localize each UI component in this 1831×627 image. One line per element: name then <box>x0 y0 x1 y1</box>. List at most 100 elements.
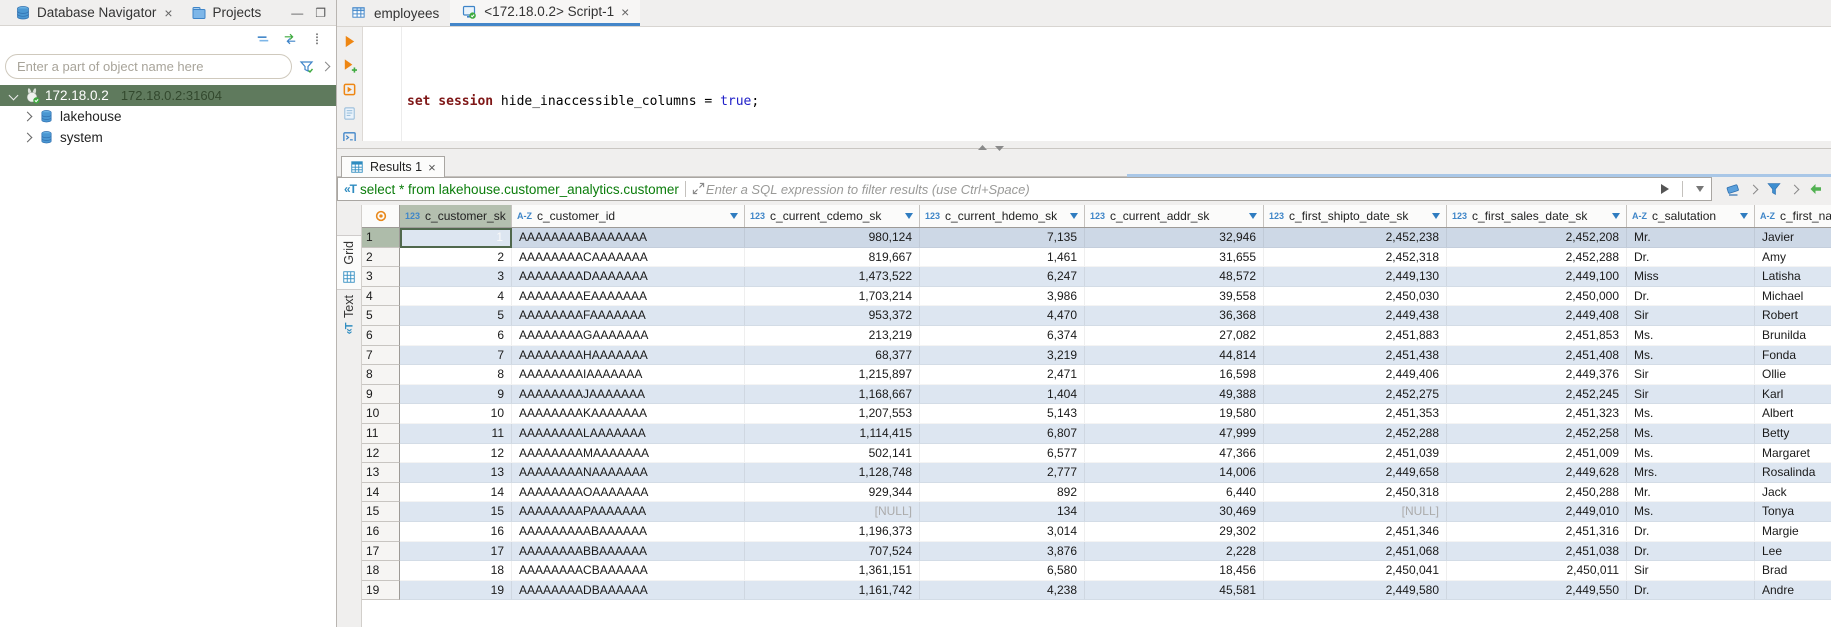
cell-c_current_hdemo_sk[interactable]: 6,807 <box>920 424 1085 444</box>
cell-c_current_addr_sk[interactable]: 14,006 <box>1085 463 1264 483</box>
cell-c_current_addr_sk[interactable]: 6,440 <box>1085 483 1264 503</box>
cell-c_customer_id[interactable]: AAAAAAAAABAAAAAA <box>512 522 745 542</box>
cell-c_salutation[interactable]: Dr. <box>1627 581 1755 601</box>
cell-c_customer_sk[interactable]: 16 <box>400 522 512 542</box>
cell-c_first_na[interactable]: Margie <box>1755 522 1831 542</box>
collapse-all-icon[interactable] <box>256 32 270 46</box>
cell-c_customer_sk[interactable]: 9 <box>400 385 512 405</box>
filter-history-dropdown-icon[interactable] <box>1695 185 1705 193</box>
cell-c_salutation[interactable]: Dr. <box>1627 522 1755 542</box>
cell-c_first_na[interactable]: Rosalinda <box>1755 463 1831 483</box>
grid-corner-record-icon[interactable] <box>362 205 400 227</box>
cell-c_current_hdemo_sk[interactable]: 892 <box>920 483 1085 503</box>
cell-c_current_cdemo_sk[interactable]: 1,161,742 <box>745 581 920 601</box>
cell-c_current_hdemo_sk[interactable]: 6,374 <box>920 326 1085 346</box>
cell-c_first_sales_date_sk[interactable]: 2,450,288 <box>1447 483 1627 503</box>
cell-c_current_hdemo_sk[interactable]: 4,470 <box>920 306 1085 326</box>
row-number[interactable]: 1 <box>362 228 400 248</box>
tab-text-view[interactable]: Text «T <box>337 290 361 340</box>
cell-c_current_addr_sk[interactable]: 47,999 <box>1085 424 1264 444</box>
cell-c_first_shipto_date_sk[interactable]: 2,449,406 <box>1264 365 1447 385</box>
row-number[interactable]: 14 <box>362 483 400 503</box>
close-icon[interactable]: × <box>164 5 172 21</box>
cell-c_first_sales_date_sk[interactable]: 2,452,245 <box>1447 385 1627 405</box>
cell-c_first_shipto_date_sk[interactable]: 2,449,580 <box>1264 581 1447 601</box>
cell-c_salutation[interactable]: Mrs. <box>1627 463 1755 483</box>
close-icon[interactable]: × <box>428 160 436 175</box>
cell-c_current_cdemo_sk[interactable]: 819,667 <box>745 248 920 268</box>
cell-c_current_addr_sk[interactable]: 49,388 <box>1085 385 1264 405</box>
filter-settings-icon[interactable] <box>299 59 315 75</box>
table-row[interactable]: 1414AAAAAAAAOAAAAAAA929,3448926,4402,450… <box>362 483 1831 503</box>
column-filter-dropdown-icon[interactable] <box>1069 212 1079 220</box>
cell-c_first_sales_date_sk[interactable]: 2,451,323 <box>1447 404 1627 424</box>
cell-c_current_addr_sk[interactable]: 30,469 <box>1085 502 1264 522</box>
cell-c_current_hdemo_sk[interactable]: 1,404 <box>920 385 1085 405</box>
cell-c_current_cdemo_sk[interactable]: [NULL] <box>745 502 920 522</box>
cell-c_salutation[interactable]: Ms. <box>1627 424 1755 444</box>
cell-c_first_na[interactable]: Amy <box>1755 248 1831 268</box>
cell-c_current_hdemo_sk[interactable]: 6,247 <box>920 267 1085 287</box>
apply-filter-icon[interactable] <box>1659 183 1670 195</box>
cell-c_first_na[interactable]: Fonda <box>1755 346 1831 366</box>
cell-c_customer_sk[interactable]: 4 <box>400 287 512 307</box>
cell-c_current_addr_sk[interactable]: 18,456 <box>1085 561 1264 581</box>
tab-database-navigator[interactable]: Database Navigator × <box>6 0 182 25</box>
execute-script-icon[interactable] <box>342 82 358 98</box>
results-filter-input[interactable]: «T select * from lakehouse.customer_anal… <box>337 177 1712 201</box>
chevron-down-icon[interactable] <box>9 91 19 101</box>
cell-c_customer_id[interactable]: AAAAAAAADBAAAAAA <box>512 581 745 601</box>
chevron-down-icon[interactable] <box>1749 184 1759 194</box>
cell-c_first_shipto_date_sk[interactable]: 2,450,318 <box>1264 483 1447 503</box>
cell-c_current_addr_sk[interactable]: 19,580 <box>1085 404 1264 424</box>
cell-c_current_cdemo_sk[interactable]: 953,372 <box>745 306 920 326</box>
row-number[interactable]: 5 <box>362 306 400 326</box>
cell-c_customer_id[interactable]: AAAAAAAAOAAAAAAA <box>512 483 745 503</box>
cell-c_current_addr_sk[interactable]: 31,655 <box>1085 248 1264 268</box>
link-with-editor-icon[interactable] <box>283 32 297 46</box>
table-row[interactable]: 11AAAAAAAABAAAAAAA980,1247,13532,9462,45… <box>362 228 1831 248</box>
execute-new-tab-icon[interactable] <box>342 58 358 74</box>
cell-c_current_addr_sk[interactable]: 39,558 <box>1085 287 1264 307</box>
cell-c_customer_id[interactable]: AAAAAAAAMAAAAAAA <box>512 444 745 464</box>
cell-c_first_na[interactable]: Karl <box>1755 385 1831 405</box>
cell-c_salutation[interactable]: Dr. <box>1627 287 1755 307</box>
explain-plan-icon[interactable] <box>342 106 358 122</box>
column-header-c_first_na[interactable]: A-Zc_first_na <box>1755 205 1831 227</box>
cell-c_customer_sk[interactable]: 17 <box>400 542 512 562</box>
column-header-c_first_shipto_date_sk[interactable]: 123c_first_shipto_date_sk <box>1264 205 1447 227</box>
cell-c_current_cdemo_sk[interactable]: 502,141 <box>745 444 920 464</box>
chevron-right-icon[interactable] <box>23 133 33 143</box>
cell-c_customer_sk[interactable]: 3 <box>400 267 512 287</box>
cell-c_customer_sk[interactable]: 12 <box>400 444 512 464</box>
editor-results-splitter[interactable] <box>337 141 1831 155</box>
table-row[interactable]: 99AAAAAAAAJAAAAAAA1,168,6671,40449,3882,… <box>362 385 1831 405</box>
cell-c_current_hdemo_sk[interactable]: 5,143 <box>920 404 1085 424</box>
cell-c_salutation[interactable]: Dr. <box>1627 248 1755 268</box>
cell-c_current_cdemo_sk[interactable]: 1,703,214 <box>745 287 920 307</box>
cell-c_first_sales_date_sk[interactable]: 2,449,408 <box>1447 306 1627 326</box>
cell-c_first_shipto_date_sk[interactable]: 2,451,883 <box>1264 326 1447 346</box>
cell-c_customer_id[interactable]: AAAAAAAAEAAAAAAA <box>512 287 745 307</box>
table-row[interactable]: 44AAAAAAAAEAAAAAAA1,703,2143,98639,5582,… <box>362 287 1831 307</box>
column-header-c_salutation[interactable]: A-Zc_salutation <box>1627 205 1755 227</box>
cell-c_customer_sk[interactable]: 11 <box>400 424 512 444</box>
cell-c_first_sales_date_sk[interactable]: 2,449,100 <box>1447 267 1627 287</box>
column-header-c_first_sales_date_sk[interactable]: 123c_first_sales_date_sk <box>1447 205 1627 227</box>
cell-c_customer_id[interactable]: AAAAAAAALAAAAAAA <box>512 424 745 444</box>
cell-c_first_shipto_date_sk[interactable]: 2,450,041 <box>1264 561 1447 581</box>
row-number[interactable]: 13 <box>362 463 400 483</box>
cell-c_salutation[interactable]: Miss <box>1627 267 1755 287</box>
row-number[interactable]: 4 <box>362 287 400 307</box>
table-row[interactable]: 77AAAAAAAAHAAAAAAA68,3773,21944,8142,451… <box>362 346 1831 366</box>
table-row[interactable]: 1515AAAAAAAAPAAAAAAA[NULL]13430,469[NULL… <box>362 502 1831 522</box>
cell-c_current_addr_sk[interactable]: 45,581 <box>1085 581 1264 601</box>
sql-code[interactable]: set session hide_inaccessible_columns = … <box>402 27 814 141</box>
cell-c_first_sales_date_sk[interactable]: 2,449,376 <box>1447 365 1627 385</box>
cell-c_first_shipto_date_sk[interactable]: 2,451,353 <box>1264 404 1447 424</box>
cell-c_first_na[interactable]: Lee <box>1755 542 1831 562</box>
cell-c_customer_id[interactable]: AAAAAAAANAAAAAAA <box>512 463 745 483</box>
cell-c_first_na[interactable]: Ollie <box>1755 365 1831 385</box>
cell-c_current_addr_sk[interactable]: 47,366 <box>1085 444 1264 464</box>
cell-c_salutation[interactable]: Mr. <box>1627 228 1755 248</box>
